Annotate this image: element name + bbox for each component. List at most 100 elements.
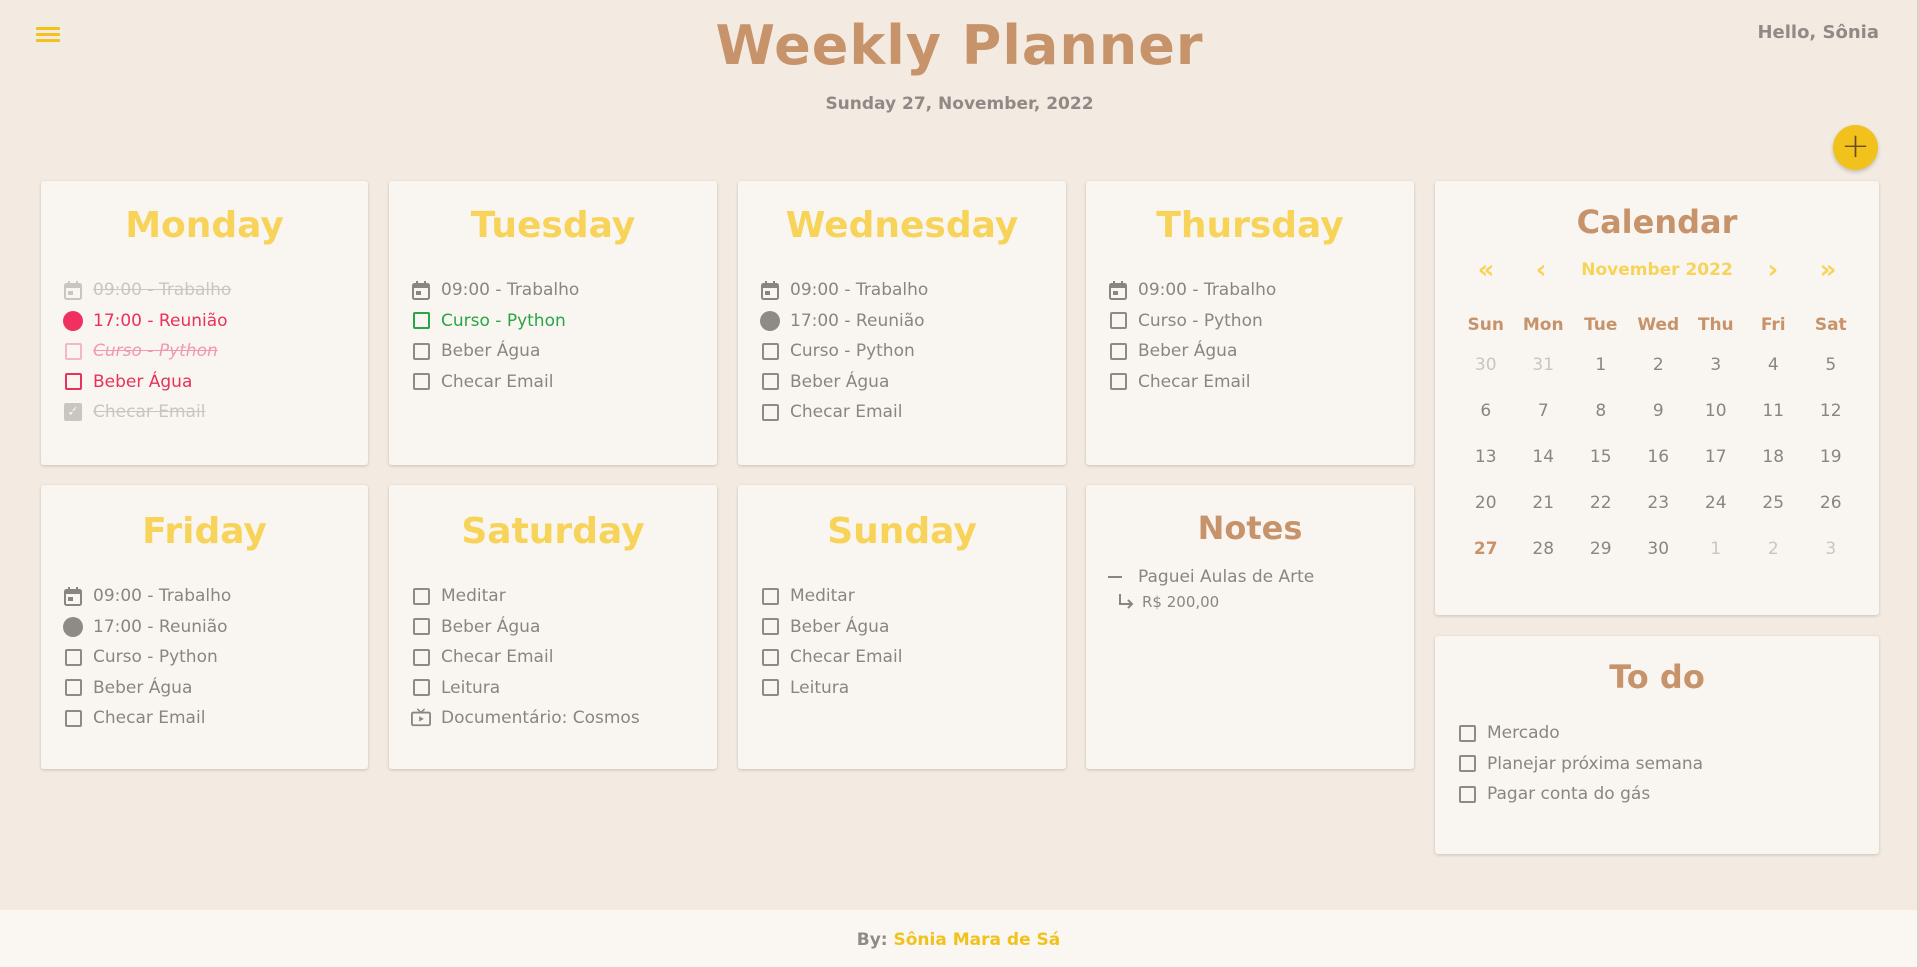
first-month-icon[interactable]: « bbox=[1471, 255, 1501, 285]
task-item[interactable]: Checar Email bbox=[411, 642, 717, 673]
task-item[interactable]: Beber Água bbox=[63, 673, 368, 704]
calendar-day[interactable]: 9 bbox=[1630, 401, 1688, 447]
task-item[interactable]: 17:00 - Reunião bbox=[760, 306, 1066, 337]
checkbox-icon[interactable] bbox=[1108, 341, 1128, 361]
checkbox-icon[interactable] bbox=[63, 708, 83, 728]
last-month-icon[interactable]: » bbox=[1813, 255, 1843, 285]
checkbox-icon[interactable] bbox=[760, 647, 780, 667]
calendar-day[interactable]: 3 bbox=[1802, 539, 1860, 585]
task-item[interactable]: ✓ Checar Email bbox=[63, 397, 368, 428]
calendar-day[interactable]: 21 bbox=[1515, 493, 1573, 539]
task-item[interactable]: Beber Água bbox=[1108, 336, 1414, 367]
calendar-day[interactable]: 16 bbox=[1630, 447, 1688, 493]
calendar-day[interactable]: 15 bbox=[1572, 447, 1630, 493]
task-item[interactable]: Curso - Python bbox=[63, 336, 368, 367]
calendar-day[interactable]: 23 bbox=[1630, 493, 1688, 539]
checkbox-icon[interactable] bbox=[63, 678, 83, 698]
task-item[interactable]: Meditar bbox=[760, 581, 1066, 612]
calendar-day[interactable]: 11 bbox=[1745, 401, 1803, 447]
task-item[interactable]: Beber Água bbox=[411, 612, 717, 643]
calendar-day[interactable]: 13 bbox=[1457, 447, 1515, 493]
task-item[interactable]: Checar Email bbox=[63, 703, 368, 734]
task-item[interactable]: Beber Água bbox=[760, 612, 1066, 643]
footer-author-link[interactable]: Sônia Mara de Sá bbox=[894, 930, 1061, 950]
prev-month-icon[interactable]: ‹ bbox=[1526, 255, 1556, 285]
task-item[interactable]: 17:00 - Reunião bbox=[63, 612, 368, 643]
checkbox-icon[interactable] bbox=[1108, 372, 1128, 392]
task-item[interactable]: 09:00 - Trabalho bbox=[63, 581, 368, 612]
checkbox-icon[interactable] bbox=[760, 372, 780, 392]
task-item[interactable]: Curso - Python bbox=[1108, 306, 1414, 337]
task-item[interactable]: 17:00 - Reunião bbox=[63, 306, 368, 337]
checkbox-icon[interactable] bbox=[1457, 723, 1477, 743]
task-item[interactable]: 09:00 - Trabalho bbox=[411, 275, 717, 306]
todo-item[interactable]: Mercado bbox=[1457, 718, 1879, 749]
calendar-day[interactable]: 14 bbox=[1515, 447, 1573, 493]
calendar-day[interactable]: 4 bbox=[1745, 355, 1803, 401]
calendar-day-today[interactable]: 27 bbox=[1457, 539, 1515, 585]
task-item[interactable]: Checar Email bbox=[760, 642, 1066, 673]
calendar-day[interactable]: 30 bbox=[1630, 539, 1688, 585]
task-item[interactable]: Curso - Python bbox=[760, 336, 1066, 367]
calendar-day[interactable]: 1 bbox=[1572, 355, 1630, 401]
checkbox-icon[interactable] bbox=[63, 372, 83, 392]
checkbox-icon[interactable] bbox=[1457, 784, 1477, 804]
calendar-day[interactable]: 3 bbox=[1687, 355, 1745, 401]
task-item[interactable]: Documentário: Cosmos bbox=[411, 703, 717, 734]
task-item[interactable]: Beber Água bbox=[760, 367, 1066, 398]
task-item[interactable]: Checar Email bbox=[1108, 367, 1414, 398]
next-month-icon[interactable]: › bbox=[1758, 255, 1788, 285]
calendar-day[interactable]: 29 bbox=[1572, 539, 1630, 585]
calendar-day[interactable]: 22 bbox=[1572, 493, 1630, 539]
calendar-day[interactable]: 30 bbox=[1457, 355, 1515, 401]
checkbox-icon[interactable] bbox=[1108, 311, 1128, 331]
checkbox-icon[interactable] bbox=[760, 678, 780, 698]
checkbox-icon[interactable] bbox=[760, 586, 780, 606]
checkbox-icon[interactable] bbox=[411, 372, 431, 392]
checked-icon[interactable]: ✓ bbox=[63, 402, 83, 422]
checkbox-icon[interactable] bbox=[760, 617, 780, 637]
calendar-day[interactable]: 26 bbox=[1802, 493, 1860, 539]
task-item[interactable]: 09:00 - Trabalho bbox=[1108, 275, 1414, 306]
calendar-day[interactable]: 1 bbox=[1687, 539, 1745, 585]
task-item[interactable]: 09:00 - Trabalho bbox=[63, 275, 368, 306]
calendar-day[interactable]: 28 bbox=[1515, 539, 1573, 585]
calendar-day[interactable]: 7 bbox=[1515, 401, 1573, 447]
calendar-day[interactable]: 24 bbox=[1687, 493, 1745, 539]
calendar-day[interactable]: 31 bbox=[1515, 355, 1573, 401]
calendar-day[interactable]: 12 bbox=[1802, 401, 1860, 447]
todo-item[interactable]: Planejar próxima semana bbox=[1457, 749, 1879, 780]
todo-item[interactable]: Pagar conta do gás bbox=[1457, 779, 1879, 810]
calendar-day[interactable]: 5 bbox=[1802, 355, 1860, 401]
calendar-day[interactable]: 20 bbox=[1457, 493, 1515, 539]
calendar-month-label[interactable]: November 2022 bbox=[1581, 260, 1733, 280]
calendar-day[interactable]: 17 bbox=[1687, 447, 1745, 493]
checkbox-icon[interactable] bbox=[63, 341, 83, 361]
add-button[interactable]: + bbox=[1833, 125, 1878, 170]
task-item[interactable]: Checar Email bbox=[760, 397, 1066, 428]
checkbox-icon[interactable] bbox=[411, 647, 431, 667]
checkbox-icon[interactable] bbox=[411, 311, 431, 331]
calendar-day[interactable]: 6 bbox=[1457, 401, 1515, 447]
calendar-day[interactable]: 10 bbox=[1687, 401, 1745, 447]
calendar-day[interactable]: 19 bbox=[1802, 447, 1860, 493]
checkbox-icon[interactable] bbox=[63, 647, 83, 667]
checkbox-icon[interactable] bbox=[411, 586, 431, 606]
user-greeting[interactable]: Hello, Sônia bbox=[1757, 22, 1879, 43]
task-item[interactable]: Beber Água bbox=[411, 336, 717, 367]
task-item[interactable]: Leitura bbox=[760, 673, 1066, 704]
task-item[interactable]: Curso - Python bbox=[411, 306, 717, 337]
calendar-day[interactable]: 2 bbox=[1630, 355, 1688, 401]
task-item[interactable]: Checar Email bbox=[411, 367, 717, 398]
calendar-day[interactable]: 18 bbox=[1745, 447, 1803, 493]
checkbox-icon[interactable] bbox=[411, 678, 431, 698]
checkbox-icon[interactable] bbox=[411, 617, 431, 637]
checkbox-icon[interactable] bbox=[760, 402, 780, 422]
checkbox-icon[interactable] bbox=[760, 341, 780, 361]
calendar-day[interactable]: 25 bbox=[1745, 493, 1803, 539]
task-item[interactable]: 09:00 - Trabalho bbox=[760, 275, 1066, 306]
task-item[interactable]: Beber Água bbox=[63, 367, 368, 398]
task-item[interactable]: Leitura bbox=[411, 673, 717, 704]
calendar-day[interactable]: 2 bbox=[1745, 539, 1803, 585]
checkbox-icon[interactable] bbox=[1457, 754, 1477, 774]
